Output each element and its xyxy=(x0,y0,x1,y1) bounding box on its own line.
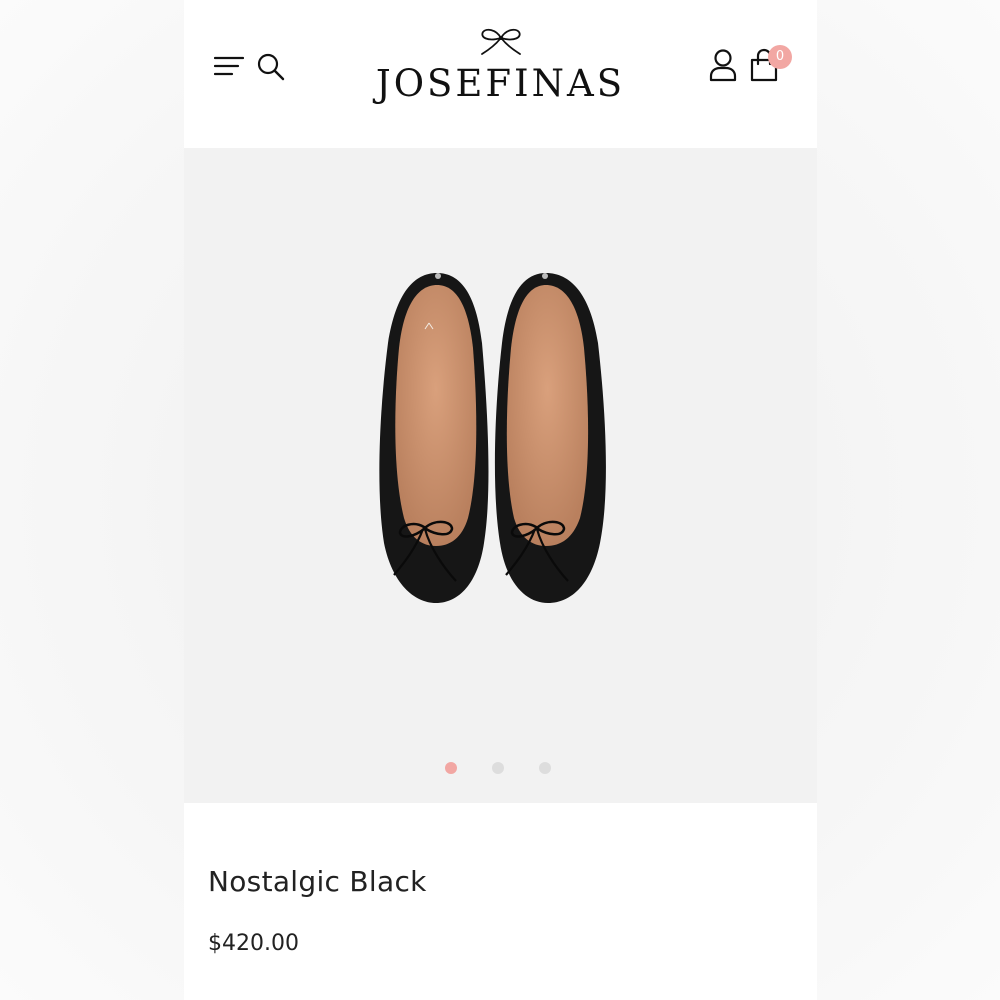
product-page: JOSEFINAS 0 Nostalgic Black $420.00 xyxy=(184,0,817,1000)
product-details: Nostalgic Black $420.00 xyxy=(184,803,817,1000)
cart-count-badge[interactable]: 0 xyxy=(768,45,792,69)
site-header: JOSEFINAS 0 xyxy=(184,0,817,148)
product-image xyxy=(379,273,606,603)
product-price: $420.00 xyxy=(208,931,299,956)
gallery-pagination xyxy=(184,762,817,776)
account-icon[interactable] xyxy=(708,48,738,82)
search-icon[interactable] xyxy=(256,52,286,82)
product-title: Nostalgic Black xyxy=(208,865,427,898)
gallery-dot-2[interactable] xyxy=(492,762,504,774)
gallery-dot-3[interactable] xyxy=(539,762,551,774)
site-logo[interactable]: JOSEFINAS xyxy=(354,26,647,108)
bow-logo-icon xyxy=(480,28,521,55)
logo-wordmark: JOSEFINAS xyxy=(375,62,626,105)
product-image-gallery[interactable] xyxy=(184,148,817,803)
gallery-dot-1[interactable] xyxy=(445,762,457,774)
menu-icon[interactable] xyxy=(213,53,245,81)
